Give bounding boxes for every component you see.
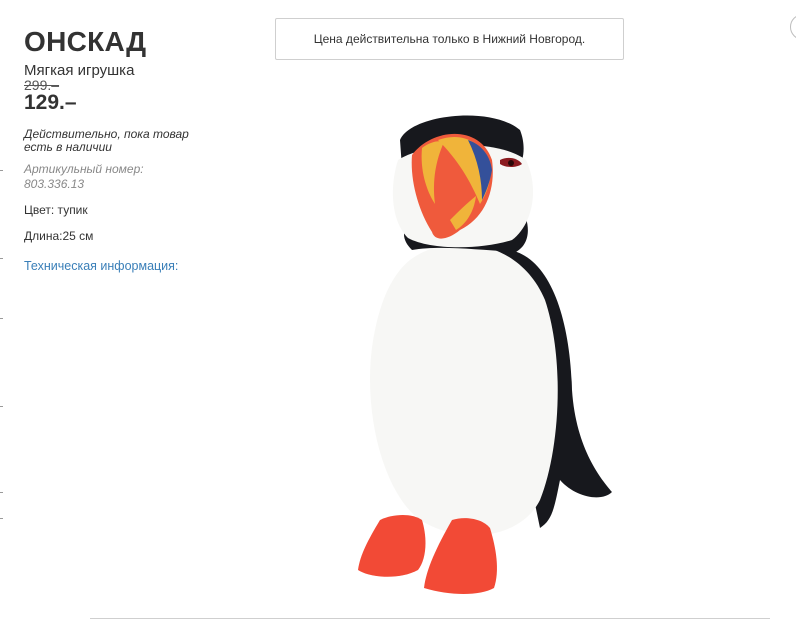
- current-price: 129.–: [24, 91, 77, 114]
- puffin-plush-icon: [358, 115, 612, 594]
- product-title: ОНСКАД: [24, 26, 147, 57]
- price-notice-text: Цена действительна только в Нижний Новго…: [313, 32, 586, 46]
- article-number: Артикульный номер: 803.336.13: [24, 162, 144, 191]
- price-notice-box: Цена действительна только в Нижний Новго…: [275, 18, 624, 60]
- left-page-edge: [0, 0, 6, 628]
- bottom-divider: [90, 618, 770, 619]
- close-icon[interactable]: [790, 14, 796, 40]
- product-image: [340, 100, 630, 600]
- product-color: Цвет: тупик: [24, 203, 88, 217]
- availability-note: Действительно, пока товар есть в наличии: [24, 127, 189, 154]
- technical-info-link[interactable]: Техническая информация:: [24, 259, 178, 273]
- product-length: Длина:25 см: [24, 229, 94, 243]
